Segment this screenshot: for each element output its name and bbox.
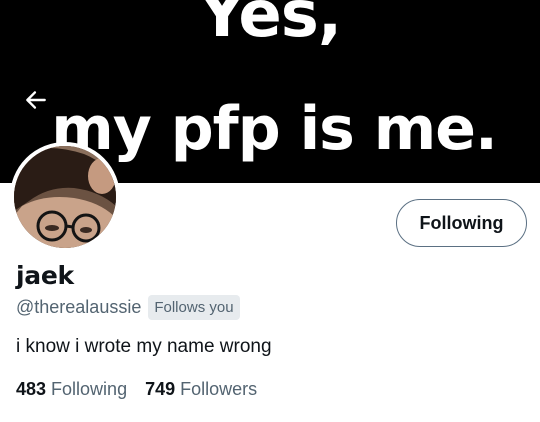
following-label: Following [51, 379, 128, 399]
user-handle: @therealaussie [16, 297, 142, 317]
following-button[interactable]: Following [396, 199, 527, 247]
back-button[interactable] [16, 80, 56, 120]
follow-stats: 483 Following 749 Followers [16, 379, 257, 400]
banner-text-line1: Yes, [198, 0, 342, 52]
avatar[interactable] [10, 142, 120, 252]
following-button-label: Following [419, 212, 504, 233]
arrow-left-icon [26, 91, 46, 109]
followers-count: 749 [145, 379, 176, 399]
handle-row: @therealaussie Follows you [16, 295, 240, 320]
display-name: jaek [16, 261, 74, 290]
profile-bio: i know i wrote my name wrong [16, 336, 272, 357]
followers-stat-link[interactable]: 749 Followers [145, 379, 257, 400]
follows-you-badge: Follows you [148, 295, 240, 320]
following-count: 483 [16, 379, 47, 399]
followers-label: Followers [180, 379, 258, 399]
following-stat-link[interactable]: 483 Following [16, 379, 127, 400]
avatar-photo [14, 146, 116, 248]
